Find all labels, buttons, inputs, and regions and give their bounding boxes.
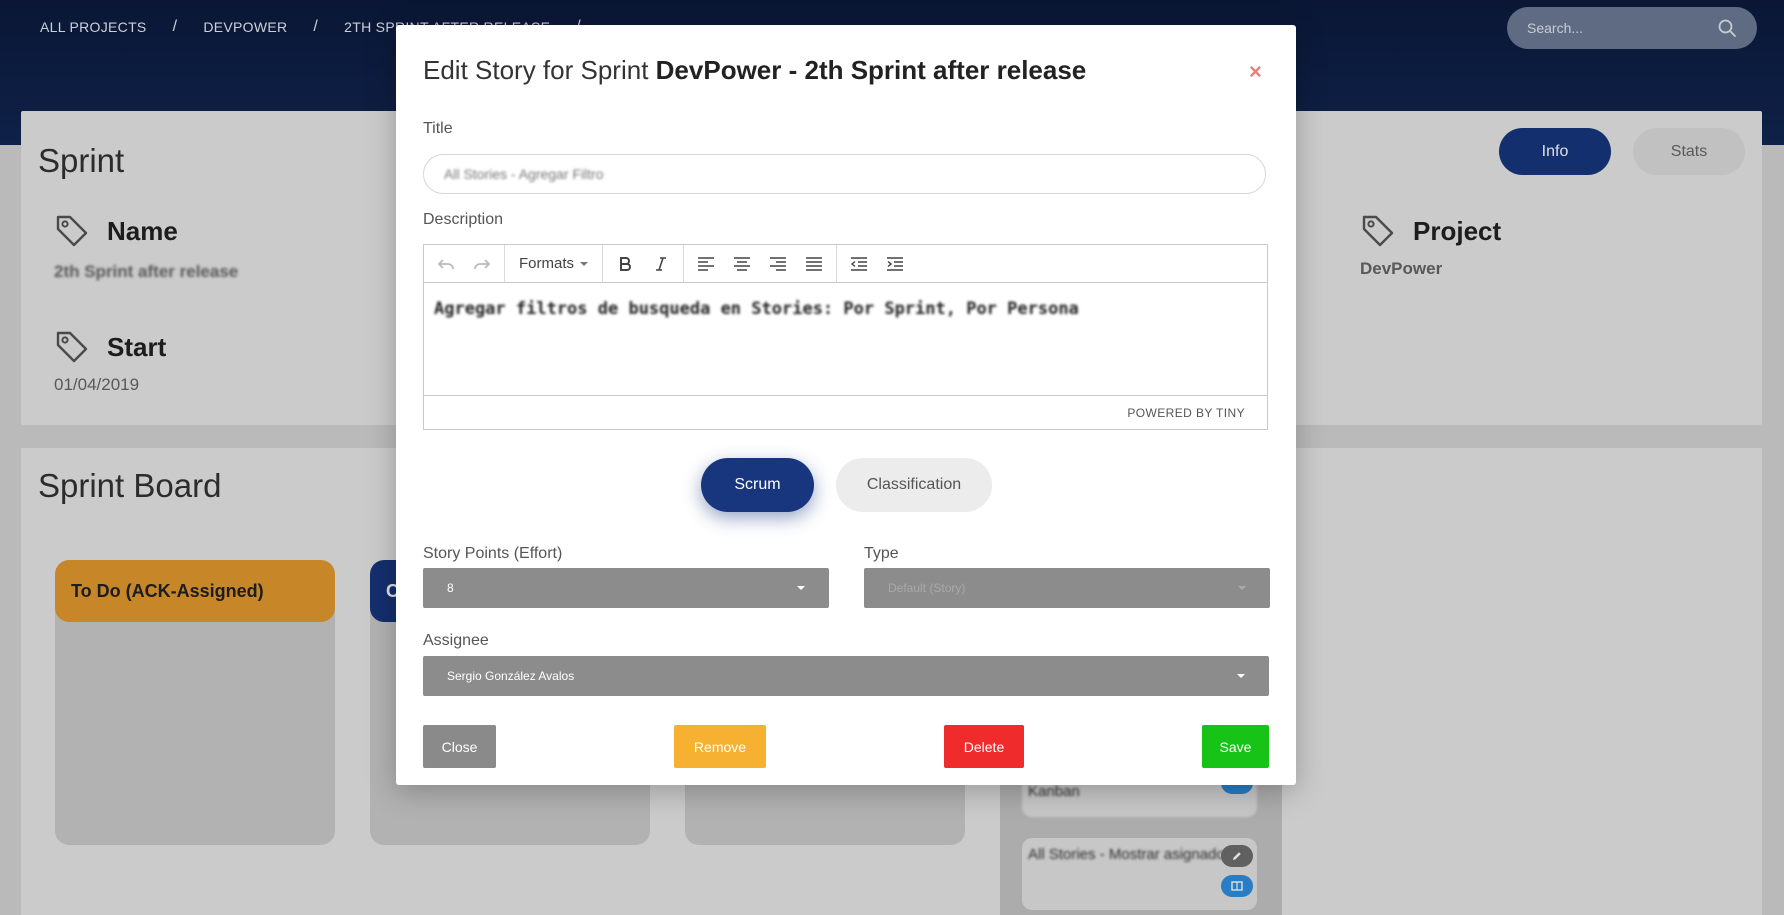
- align-right-icon[interactable]: [760, 249, 796, 279]
- remove-button[interactable]: Remove: [674, 725, 766, 768]
- title-input[interactable]: All Stories - Agregar Filtro: [423, 154, 1266, 194]
- delete-button[interactable]: Delete: [944, 725, 1024, 768]
- formats-label: Formats: [519, 255, 575, 272]
- chevron-down-icon: [1237, 674, 1245, 678]
- save-button[interactable]: Save: [1202, 725, 1269, 768]
- edit-story-modal: Edit Story for Sprint DevPower - 2th Spr…: [396, 25, 1296, 785]
- close-icon[interactable]: ×: [1249, 59, 1262, 85]
- align-justify-icon[interactable]: [796, 249, 832, 279]
- undo-icon[interactable]: [428, 249, 464, 279]
- align-center-icon[interactable]: [724, 249, 760, 279]
- story-points-label: Story Points (Effort): [423, 545, 563, 562]
- editor-content[interactable]: Agregar filtros de busqueda en Stories: …: [424, 283, 1267, 395]
- redo-icon[interactable]: [464, 249, 500, 279]
- assignee-label: Assignee: [423, 632, 489, 649]
- story-points-select[interactable]: 8: [423, 568, 829, 608]
- type-value: Default (Story): [888, 581, 966, 595]
- title-label: Title: [423, 120, 453, 137]
- assignee-value: Sergio González Avalos: [447, 669, 575, 683]
- rich-text-editor: Formats Agregar filtros de busqueda en S…: [423, 244, 1268, 430]
- modal-title: Edit Story for Sprint DevPower - 2th Spr…: [423, 55, 1086, 86]
- chevron-down-icon: [1238, 586, 1246, 590]
- description-label: Description: [423, 211, 504, 228]
- modal-title-prefix: Edit Story for Sprint: [423, 55, 649, 85]
- chevron-down-icon: [797, 586, 805, 590]
- bold-icon[interactable]: [607, 249, 643, 279]
- editor-text: Agregar filtros de busqueda en Stories: …: [434, 299, 1079, 319]
- align-left-icon[interactable]: [688, 249, 724, 279]
- type-label: Type: [864, 545, 899, 562]
- close-button[interactable]: Close: [423, 725, 496, 768]
- title-input-value: All Stories - Agregar Filtro: [444, 166, 604, 182]
- editor-statusbar: POWERED BY TINY: [424, 395, 1267, 429]
- indent-icon[interactable]: [877, 249, 913, 279]
- formats-dropdown[interactable]: Formats: [509, 255, 598, 272]
- powered-by-tiny[interactable]: POWERED BY TINY: [1127, 406, 1245, 420]
- editor-toolbar: Formats: [424, 245, 1267, 283]
- italic-icon[interactable]: [643, 249, 679, 279]
- tab-classification[interactable]: Classification: [836, 458, 992, 512]
- outdent-icon[interactable]: [841, 249, 877, 279]
- assignee-select[interactable]: Sergio González Avalos: [423, 656, 1269, 696]
- chevron-down-icon: [580, 261, 589, 266]
- story-points-value: 8: [447, 581, 454, 595]
- type-select[interactable]: Default (Story): [864, 568, 1270, 608]
- modal-title-sprint: DevPower - 2th Sprint after release: [655, 55, 1087, 85]
- tab-scrum[interactable]: Scrum: [701, 458, 814, 512]
